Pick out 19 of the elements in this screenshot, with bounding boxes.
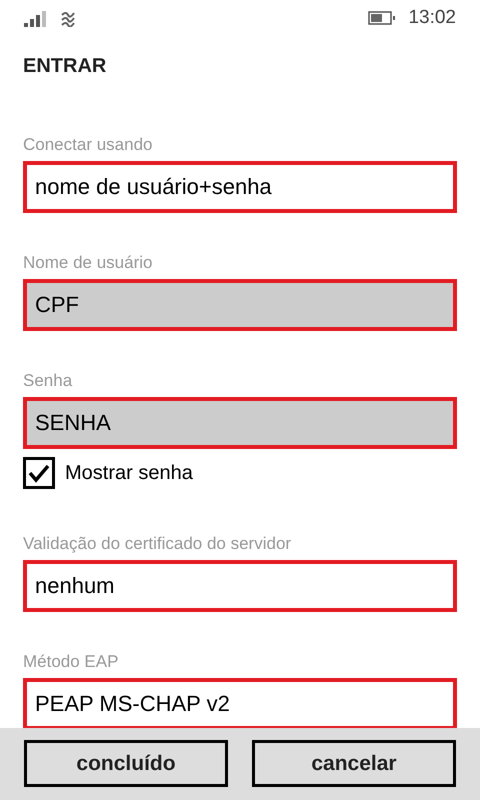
field-label: Nome de usuário [23,253,152,273]
checkbox-label: Mostrar senha [65,461,193,486]
app-bar-button[interactable]: concluído [24,740,228,787]
dropdown-field[interactable]: nenhum [23,560,457,612]
checkmark-icon [28,463,50,483]
field-label: Validação do certificado do servidor [23,534,292,554]
checkbox[interactable] [23,457,55,489]
field-label: Conectar usando [23,135,152,155]
field-label: Senha [23,371,72,391]
app-bar-button[interactable]: cancelar [252,740,456,787]
input-field[interactable]: SENHA [23,397,457,449]
field-label: Método EAP [23,652,118,672]
dropdown-field[interactable]: nome de usuário+senha [23,161,457,213]
battery-icon [368,11,396,25]
dropdown-field[interactable]: PEAP MS-CHAP v2 [23,678,457,728]
page-title: ENTRAR [23,54,106,79]
clock-time: 13:02 [408,6,456,30]
input-field[interactable]: CPF [23,279,457,331]
wave-icon [60,9,76,27]
